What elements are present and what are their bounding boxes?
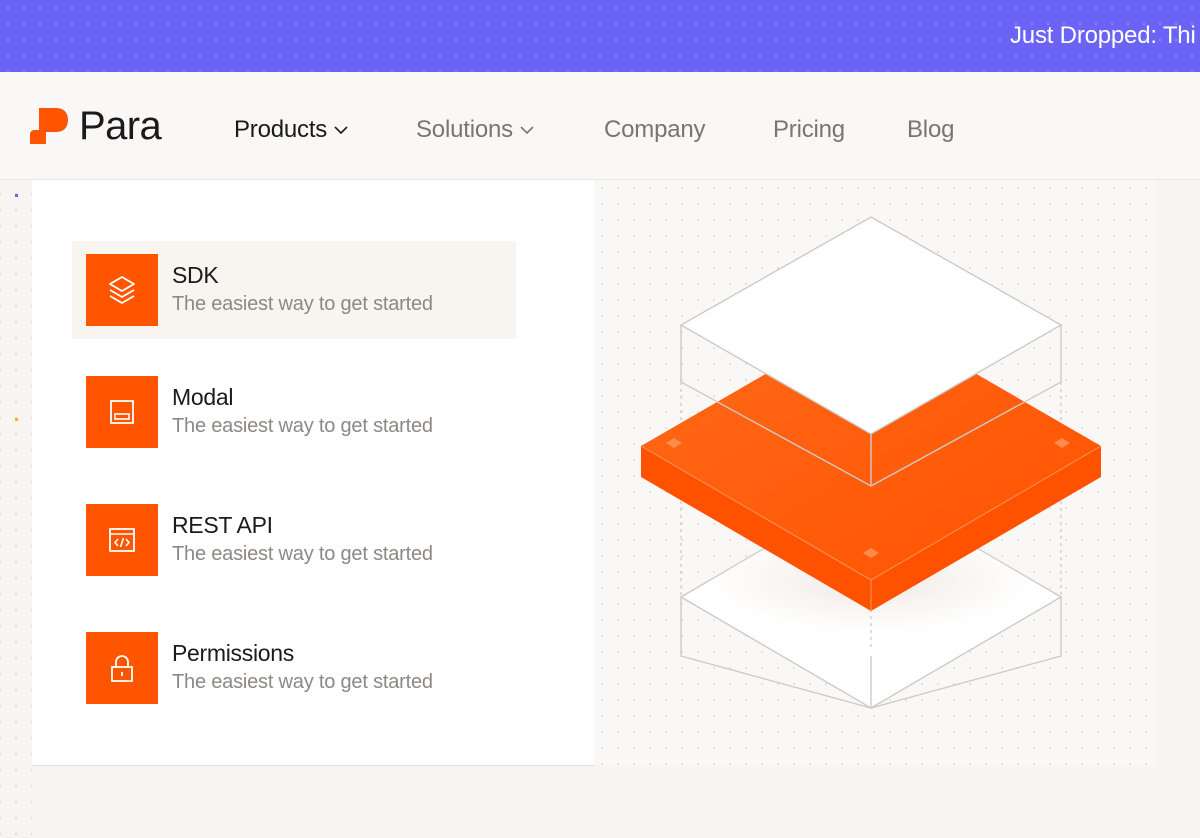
brand-name: Para — [79, 103, 162, 148]
menu-item-modal[interactable]: Modal The easiest way to get started — [72, 363, 516, 461]
menu-item-description: The easiest way to get started — [172, 415, 433, 437]
menu-item-title: Modal — [172, 384, 234, 410]
menu-item-sdk[interactable]: SDK The easiest way to get started — [72, 241, 516, 339]
modal-window-icon — [110, 400, 134, 424]
menu-item-title: Permissions — [172, 640, 294, 666]
nav-company[interactable]: Company — [604, 116, 706, 144]
products-dropdown-panel: SDK The easiest way to get started Modal… — [32, 180, 1156, 766]
nav-solutions-label: Solutions — [416, 116, 513, 143]
menu-item-description: The easiest way to get started — [172, 671, 433, 693]
chevron-down-icon — [334, 126, 348, 135]
stacked-layers-illustration — [640, 216, 1102, 709]
lock-icon — [111, 655, 133, 682]
nav-products[interactable]: Products — [234, 116, 349, 144]
nav-products-label: Products — [234, 116, 328, 143]
nav-company-label: Company — [604, 116, 706, 143]
menu-icon-box — [86, 376, 158, 448]
announcement-banner[interactable]: Just Dropped: Thi — [0, 0, 1200, 72]
para-logo-icon — [30, 108, 68, 144]
right-gutter — [1157, 180, 1200, 838]
top-navbar: Para Products Solutions Company Pricing … — [0, 72, 1200, 180]
menu-icon-box — [86, 504, 158, 576]
menu-item-title: SDK — [172, 262, 219, 288]
menu-item-description: The easiest way to get started — [172, 543, 433, 565]
menu-item-title: REST API — [172, 512, 273, 538]
menu-item-permissions[interactable]: Permissions The easiest way to get start… — [72, 619, 516, 717]
logo[interactable]: Para — [30, 103, 162, 148]
menu-icon-box — [86, 254, 158, 326]
rail-marker — [15, 194, 18, 197]
nav-solutions[interactable]: Solutions — [416, 116, 535, 144]
menu-item-rest-api[interactable]: REST API The easiest way to get started — [72, 491, 516, 589]
chevron-down-icon — [520, 126, 534, 135]
banner-text[interactable]: Just Dropped: Thi — [1010, 22, 1196, 50]
menu-item-description: The easiest way to get started — [172, 293, 433, 315]
menu-icon-box — [86, 632, 158, 704]
rail-marker — [15, 418, 18, 421]
layers-icon — [109, 276, 135, 304]
nav-blog-label: Blog — [907, 116, 955, 143]
page-background-below — [32, 767, 1200, 838]
nav-pricing-label: Pricing — [773, 116, 845, 143]
nav-blog[interactable]: Blog — [907, 116, 954, 144]
nav-pricing[interactable]: Pricing — [773, 116, 845, 144]
product-illustration-area — [594, 180, 1156, 766]
left-rail-grid — [0, 180, 32, 838]
code-window-icon — [109, 528, 135, 552]
